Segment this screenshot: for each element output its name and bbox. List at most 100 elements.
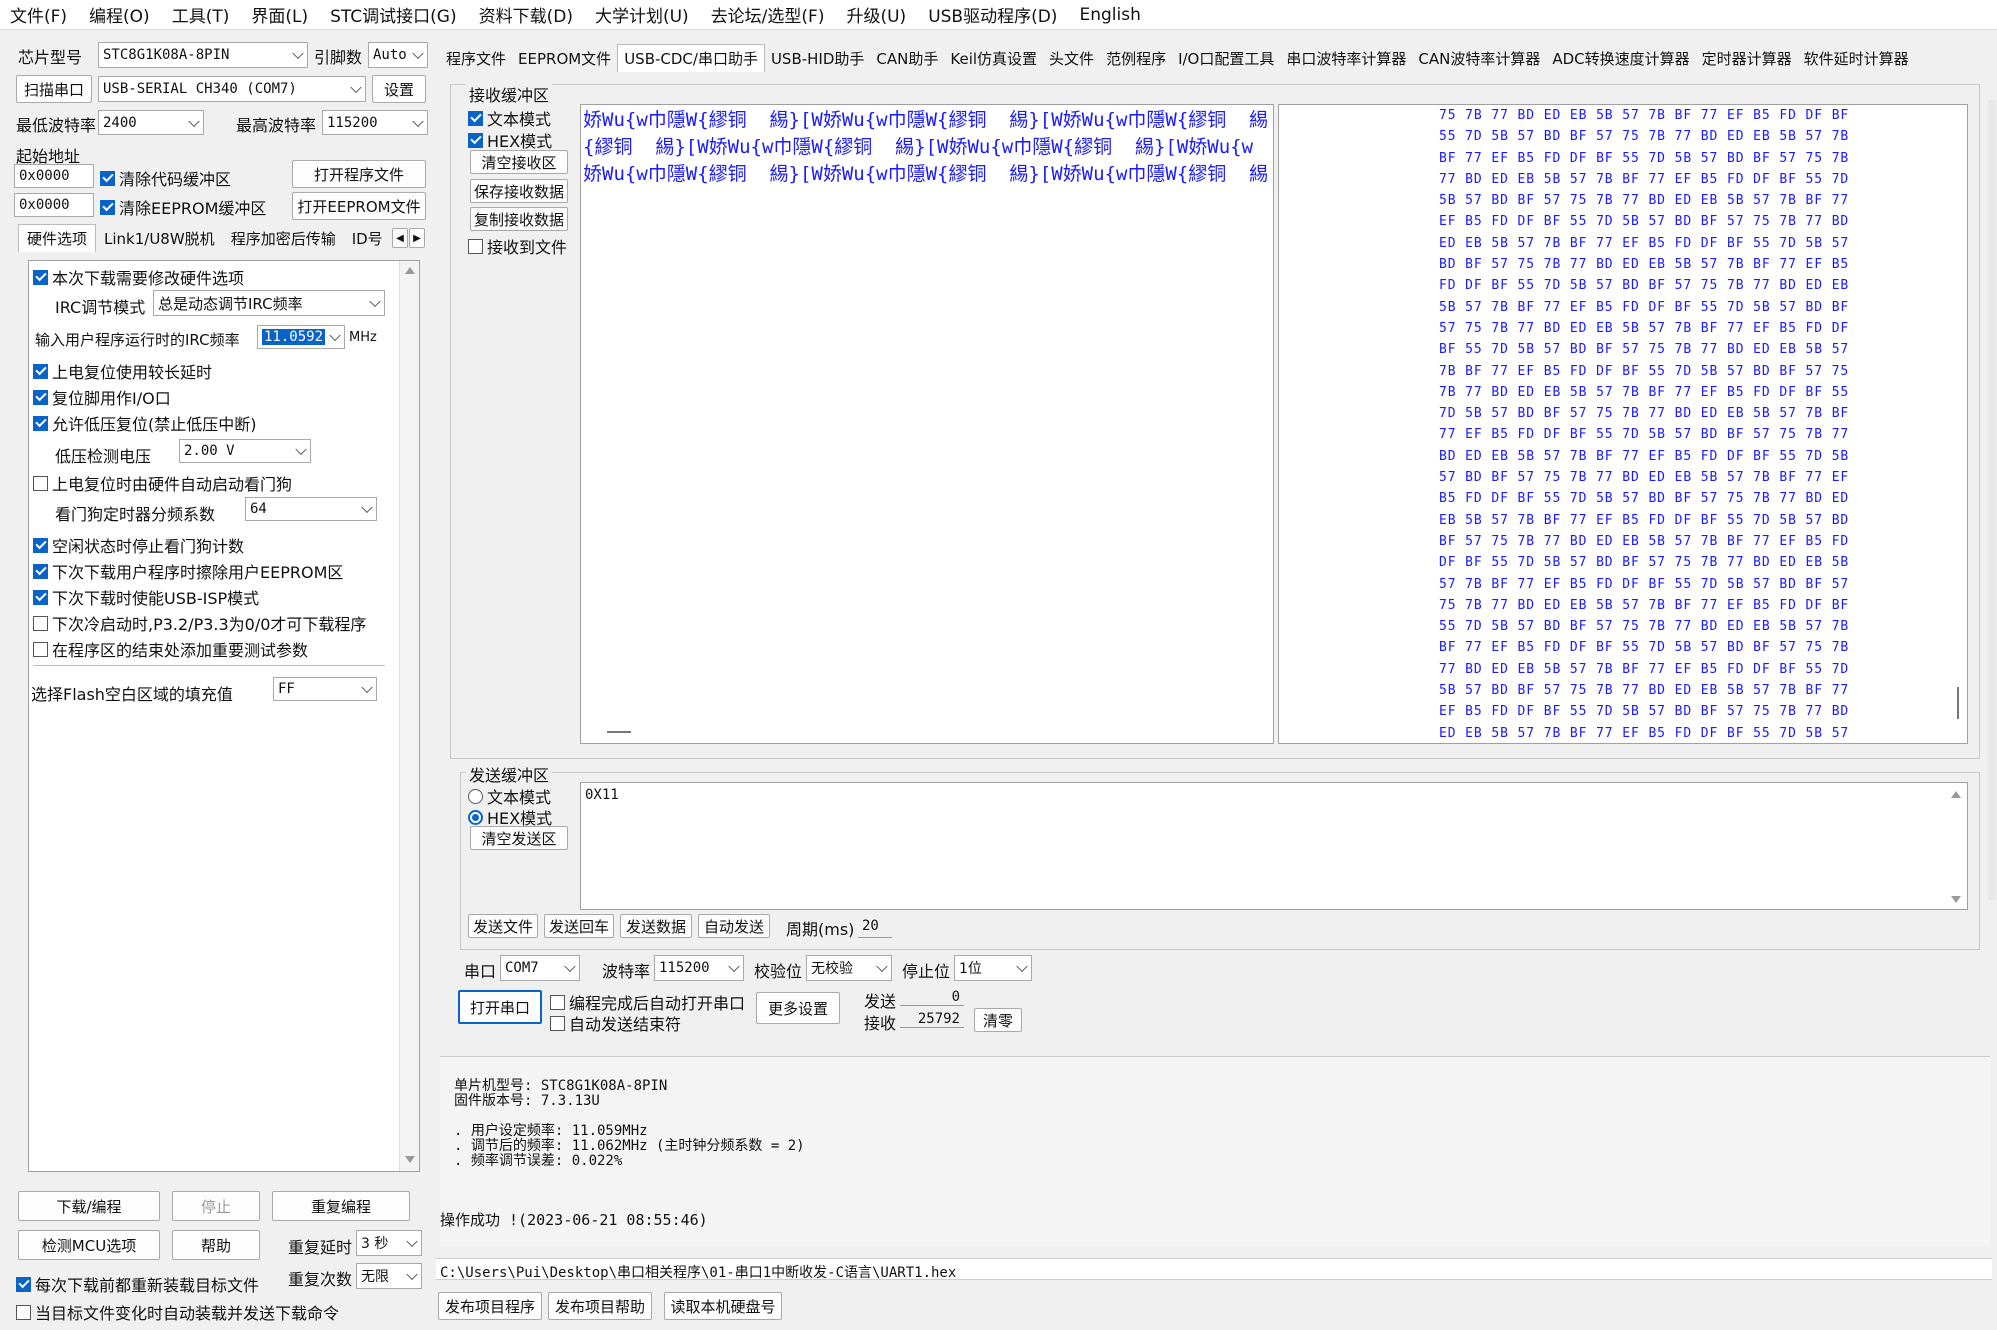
- start-address-code-field[interactable]: 0x0000: [14, 164, 94, 188]
- cold-boot-checkbox[interactable]: 下次冷启动时,P3.2/P3.3为0/0才可下载程序: [33, 611, 366, 635]
- pin-count-select[interactable]: Auto: [368, 42, 428, 68]
- stop-bits-select[interactable]: 1位: [954, 955, 1032, 981]
- tab-encrypted-transfer[interactable]: 程序加密后传输: [223, 224, 344, 252]
- main-tab[interactable]: EEPROM文件: [512, 44, 617, 72]
- irc-mode-select[interactable]: 总是动态调节IRC频率: [153, 290, 385, 316]
- scroll-down-icon[interactable]: [405, 1156, 415, 1163]
- open-eeprom-file-button[interactable]: 打开EEPROM文件: [292, 192, 426, 220]
- send-enter-button[interactable]: 发送回车: [544, 914, 614, 938]
- modify-hw-options-checkbox[interactable]: 本次下载需要修改硬件选项: [33, 265, 244, 289]
- main-tab[interactable]: 程序文件: [440, 44, 512, 72]
- scan-port-button[interactable]: 扫描串口: [16, 75, 92, 103]
- menu-item[interactable]: 工具(T): [172, 2, 230, 27]
- menu-item[interactable]: 资料下载(D): [479, 2, 573, 27]
- auto-watchdog-checkbox[interactable]: 上电复位时由硬件自动启动看门狗: [33, 471, 292, 495]
- repeat-delay-select[interactable]: 3 秒: [356, 1230, 422, 1256]
- menu-item[interactable]: 去论坛/选型(F): [711, 2, 825, 27]
- open-serial-button[interactable]: 打开串口: [458, 990, 542, 1024]
- receive-to-file-checkbox[interactable]: 接收到文件: [468, 234, 567, 258]
- idle-stop-watchdog-checkbox[interactable]: 空闲状态时停止看门狗计数: [33, 533, 244, 557]
- tab-id-number[interactable]: ID号: [344, 224, 391, 252]
- publish-project-program-button[interactable]: 发布项目程序: [438, 1292, 542, 1320]
- baud-rate-select[interactable]: 115200: [654, 955, 744, 981]
- repeat-count-select[interactable]: 无限: [356, 1263, 422, 1289]
- publish-project-help-button[interactable]: 发布项目帮助: [548, 1292, 652, 1320]
- menu-item[interactable]: 编程(O): [89, 2, 150, 27]
- main-tab[interactable]: CAN助手: [870, 44, 944, 72]
- scroll-up-icon[interactable]: [1951, 791, 1961, 798]
- scroll-down-icon[interactable]: [1951, 896, 1961, 903]
- menu-item[interactable]: 界面(L): [251, 2, 308, 27]
- recv-text-mode-checkbox[interactable]: 文本模式: [468, 106, 551, 130]
- tab-scroll-right-button[interactable]: ▶: [409, 228, 425, 248]
- main-tab[interactable]: 范例程序: [1100, 44, 1172, 72]
- usb-isp-checkbox[interactable]: 下次下载时使能USB-ISP模式: [33, 585, 259, 609]
- reset-pin-io-checkbox[interactable]: 复位脚用作I/O口: [33, 385, 171, 409]
- erase-eeprom-checkbox[interactable]: 下次下载用户程序时擦除用户EEPROM区: [33, 559, 343, 583]
- chip-model-select[interactable]: STC8G1K08A-8PIN: [98, 42, 308, 68]
- send-file-button[interactable]: 发送文件: [468, 914, 538, 938]
- send-data-button[interactable]: 发送数据: [620, 914, 692, 938]
- stop-button[interactable]: 停止: [172, 1191, 260, 1221]
- period-field[interactable]: 20: [858, 914, 892, 938]
- vertical-scroll-thumb[interactable]: [1957, 687, 1959, 719]
- horizontal-scroll-thumb[interactable]: [607, 731, 631, 733]
- watchdog-divider-select[interactable]: 64: [245, 497, 377, 521]
- help-button[interactable]: 帮助: [172, 1230, 260, 1260]
- main-tab[interactable]: 软件延时计算器: [1798, 44, 1915, 72]
- main-tab[interactable]: 头文件: [1043, 44, 1100, 72]
- auto-end-char-checkbox[interactable]: 自动发送结束符: [550, 1011, 681, 1035]
- menu-item[interactable]: 文件(F): [10, 2, 67, 27]
- long-delay-checkbox[interactable]: 上电复位使用较长延时: [33, 359, 212, 383]
- tab-link1-offline[interactable]: Link1/U8W脱机: [96, 224, 223, 252]
- main-tab[interactable]: USB-CDC/串口助手: [617, 44, 765, 72]
- recv-hex-mode-checkbox[interactable]: HEX模式: [468, 128, 552, 152]
- tab-scroll-left-button[interactable]: ◀: [392, 228, 408, 248]
- parity-select[interactable]: 无校验: [806, 955, 892, 981]
- clear-counts-button[interactable]: 清零: [974, 1008, 1022, 1032]
- repeat-program-button[interactable]: 重复编程: [272, 1191, 410, 1221]
- main-tab[interactable]: ADC转换速度计算器: [1546, 44, 1695, 72]
- main-tab[interactable]: I/O口配置工具: [1172, 44, 1280, 72]
- receive-hex-area[interactable]: 75 7B 77 BD ED EB 5B 57 7B BF 77 EF B5 F…: [1278, 104, 1968, 744]
- port-settings-button[interactable]: 设置: [372, 75, 426, 103]
- send-text-area[interactable]: 0X11: [580, 782, 1968, 910]
- start-address-eeprom-field[interactable]: 0x0000: [14, 193, 94, 217]
- scroll-up-icon[interactable]: [405, 267, 415, 274]
- main-tab[interactable]: USB-HID助手: [765, 44, 870, 72]
- clear-send-button[interactable]: 清空发送区: [470, 826, 568, 850]
- menu-item[interactable]: English: [1079, 5, 1140, 25]
- menu-item[interactable]: USB驱动程序(D): [928, 2, 1057, 27]
- tab-hardware-options[interactable]: 硬件选项: [18, 224, 97, 252]
- clear-receive-button[interactable]: 清空接收区: [470, 150, 568, 174]
- test-param-checkbox[interactable]: 在程序区的结束处添加重要测试参数: [33, 637, 308, 661]
- max-baud-select[interactable]: 115200: [322, 110, 428, 135]
- more-settings-button[interactable]: 更多设置: [756, 992, 840, 1024]
- clear-eeprom-buffer-checkbox[interactable]: 清除EEPROM缓冲区: [100, 195, 266, 219]
- irc-frequency-select[interactable]: 11.0592: [257, 325, 345, 349]
- auto-send-button[interactable]: 自动发送: [698, 914, 770, 938]
- main-tab[interactable]: CAN波特率计算器: [1412, 44, 1546, 72]
- menu-item[interactable]: STC调试接口(G): [330, 2, 457, 27]
- detect-mcu-button[interactable]: 检测MCU选项: [18, 1230, 160, 1260]
- main-tab[interactable]: 串口波特率计算器: [1280, 44, 1412, 72]
- save-receive-button[interactable]: 保存接收数据: [470, 179, 568, 203]
- clear-code-buffer-checkbox[interactable]: 清除代码缓冲区: [100, 166, 231, 190]
- port-select[interactable]: USB-SERIAL CH340 (COM7): [98, 76, 366, 102]
- min-baud-select[interactable]: 2400: [98, 110, 204, 135]
- serial-port-select[interactable]: COM7: [500, 955, 580, 981]
- menu-item[interactable]: 大学计划(U): [595, 2, 689, 27]
- read-disk-serial-button[interactable]: 读取本机硬盘号: [664, 1292, 782, 1320]
- menu-item[interactable]: 升级(U): [846, 2, 906, 27]
- low-voltage-select[interactable]: 2.00 V: [179, 439, 311, 463]
- low-voltage-reset-checkbox[interactable]: 允许低压复位(禁止低压中断): [33, 411, 257, 435]
- download-program-button[interactable]: 下载/编程: [18, 1191, 160, 1221]
- open-program-file-button[interactable]: 打开程序文件: [292, 160, 426, 188]
- flash-fill-select[interactable]: FF: [273, 677, 377, 701]
- copy-receive-button[interactable]: 复制接收数据: [470, 207, 568, 231]
- main-tab[interactable]: 定时器计算器: [1696, 44, 1798, 72]
- receive-text-area[interactable]: 娇Wu{w巾隱W{繆铜 緆}[W娇Wu{w巾隱W{繆铜 緆}[W娇Wu{w巾隱W…: [580, 104, 1274, 744]
- options-scrollbar[interactable]: [399, 261, 419, 1171]
- main-tab[interactable]: Keil仿真设置: [944, 44, 1043, 72]
- reload-each-checkbox[interactable]: 每次下载前都重新装载目标文件: [16, 1272, 259, 1296]
